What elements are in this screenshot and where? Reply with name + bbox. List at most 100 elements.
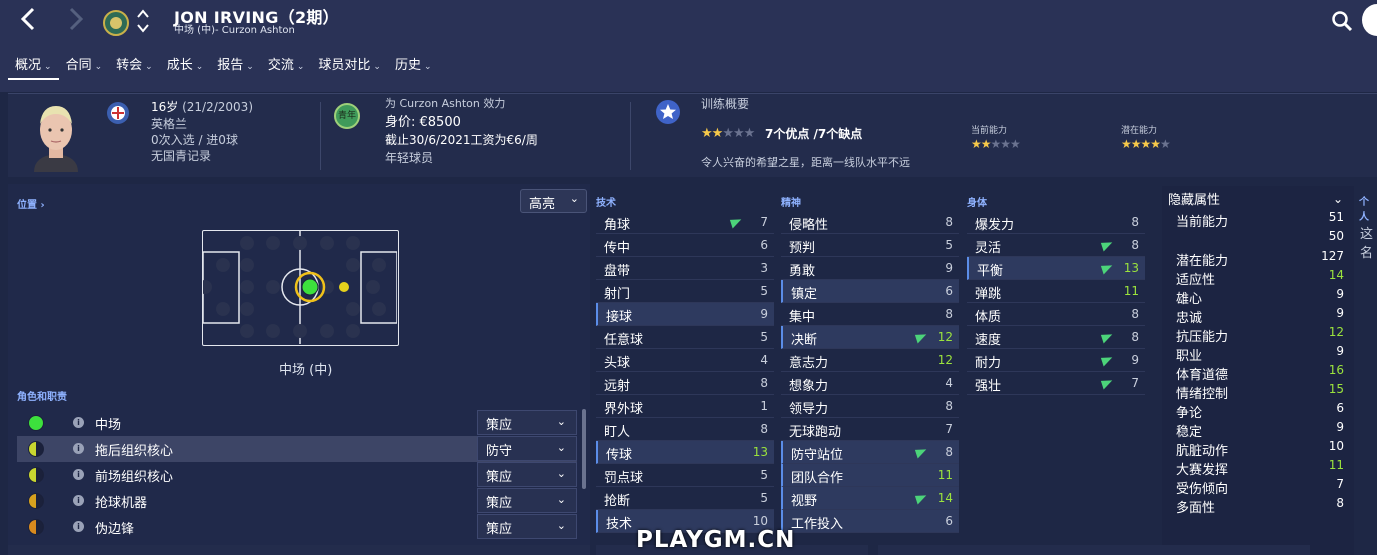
mental-attribute-row[interactable]: 视野 14 (781, 487, 959, 510)
physical-attribute-row[interactable]: 速度 8 (967, 326, 1145, 349)
tab-transfer[interactable]: 转会 ⌄ (109, 56, 160, 80)
duty-label: 策应 (486, 470, 513, 485)
personal-tab[interactable]: 个人 (1359, 193, 1377, 223)
mental-attribute-row[interactable]: 领导力 8 (781, 395, 959, 418)
tab-reports[interactable]: 报告 ⌄ (210, 56, 261, 80)
technical-attribute-row[interactable]: 任意球 5 (596, 326, 774, 349)
technical-attribute-row[interactable]: 角球 7 (596, 211, 774, 234)
bottom-panel (8, 545, 590, 555)
physical-attribute-row[interactable]: 体质 8 (967, 303, 1145, 326)
chevron-down-icon: ⌄ (44, 62, 52, 72)
attribute-name: 体质 (975, 310, 1002, 325)
forward-chevron-icon[interactable] (66, 6, 86, 39)
technical-attribute-row[interactable]: 射门 5 (596, 280, 774, 303)
hidden-attribute-row: 稳定 9 (1168, 419, 1348, 440)
mental-attribute-row[interactable]: 无球跑动 7 (781, 418, 959, 441)
technical-attribute-row[interactable]: 抢断 5 (596, 487, 774, 510)
top-bar: JON IRVING（2期） 中场 (中)- Curzon Ashton 概况 ⌄… (0, 0, 1377, 92)
duty-dropdown[interactable]: 策应 ⌄ (477, 410, 577, 435)
duty-dropdown[interactable]: 策应 ⌄ (477, 462, 577, 487)
player-switch-icon[interactable] (135, 6, 151, 36)
duty-dropdown[interactable]: 策应 ⌄ (477, 488, 577, 513)
role-row[interactable]: i 抢球机器 策应 ⌄ (17, 488, 577, 514)
technical-title: 技术 (596, 198, 616, 209)
duty-dropdown[interactable]: 策应 ⌄ (477, 514, 577, 539)
technical-attribute-row[interactable]: 接球 9 (596, 303, 774, 326)
physical-attribute-row[interactable]: 耐力 9 (967, 349, 1145, 372)
attribute-name: 决断 (791, 333, 818, 348)
physical-attribute-row[interactable]: 灵活 8 (967, 234, 1145, 257)
technical-attribute-row[interactable]: 传球 13 (596, 441, 774, 464)
tab-interaction[interactable]: 交流 ⌄ (261, 56, 312, 80)
physical-attribute-row[interactable]: 爆发力 8 (967, 211, 1145, 234)
info-icon[interactable]: i (73, 495, 84, 506)
tab-development[interactable]: 成长 ⌄ (160, 56, 211, 80)
duty-dropdown[interactable]: 防守 ⌄ (477, 436, 577, 461)
tab-overview[interactable]: 概况 ⌄ (8, 56, 59, 80)
back-chevron-icon[interactable] (18, 6, 38, 39)
attribute-value: 6 (945, 514, 953, 528)
personal-text: 这名 (1360, 227, 1374, 261)
mental-attribute-row[interactable]: 集中 8 (781, 303, 959, 326)
attribute-value: 11 (937, 468, 953, 482)
role-name: 拖后组织核心 (95, 444, 174, 459)
info-icon[interactable]: i (73, 443, 84, 454)
attribute-name: 接球 (606, 310, 633, 325)
attribute-value: 8 (1131, 215, 1139, 229)
attribute-value: 6 (760, 238, 768, 252)
attribute-value: 8 (760, 422, 768, 436)
attribute-name: 速度 (975, 333, 1002, 348)
user-avatar[interactable] (1362, 4, 1377, 36)
hidden-attribute-value: 9 (1336, 287, 1344, 301)
role-row[interactable]: i 中场 策应 ⌄ (17, 410, 577, 436)
technical-attribute-row[interactable]: 盘带 3 (596, 257, 774, 280)
hidden-attribute-value: 51 (1328, 210, 1344, 224)
mental-attribute-row[interactable]: 团队合作 11 (781, 464, 959, 487)
attribute-arrow-icon (914, 446, 929, 459)
training-stars: ★★★★★ (701, 126, 755, 141)
attribute-value: 5 (945, 238, 953, 252)
attribute-name: 爆发力 (975, 218, 1015, 233)
position-link[interactable]: 位置 › (17, 196, 45, 211)
attribute-name: 团队合作 (791, 471, 844, 486)
info-icon[interactable]: i (73, 521, 84, 532)
physical-attribute-row[interactable]: 平衡 13 (967, 257, 1145, 280)
technical-attribute-row[interactable]: 罚点球 5 (596, 464, 774, 487)
mental-attribute-row[interactable]: 想象力 4 (781, 372, 959, 395)
mental-attribute-row[interactable]: 决断 12 (781, 326, 959, 349)
search-icon[interactable] (1331, 10, 1353, 36)
mental-attribute-row[interactable]: 防守站位 8 (781, 441, 959, 464)
info-icon[interactable]: i (73, 469, 84, 480)
role-row[interactable]: i 伪边锋 策应 ⌄ (17, 514, 577, 540)
mental-attribute-row[interactable]: 镇定 6 (781, 280, 959, 303)
attribute-value: 4 (945, 376, 953, 390)
mental-attribute-row[interactable]: 侵略性 8 (781, 211, 959, 234)
tab-compare[interactable]: 球员对比 ⌄ (311, 56, 388, 80)
technical-attribute-row[interactable]: 盯人 8 (596, 418, 774, 441)
technical-attribute-row[interactable]: 远射 8 (596, 372, 774, 395)
divider (630, 102, 631, 170)
mental-attribute-row[interactable]: 工作投入 6 (781, 510, 959, 533)
tab-label: 交流 (267, 58, 294, 73)
technical-attribute-row[interactable]: 头球 4 (596, 349, 774, 372)
attribute-value: 5 (760, 330, 768, 344)
role-row[interactable]: i 前场组织核心 策应 ⌄ (17, 462, 577, 488)
tab-contract[interactable]: 合同 ⌄ (59, 56, 110, 80)
technical-attribute-row[interactable]: 传中 6 (596, 234, 774, 257)
role-row[interactable]: i 拖后组织核心 防守 ⌄ (17, 436, 577, 462)
chevron-down-icon[interactable]: ⌄ (1333, 192, 1343, 206)
physical-attribute-row[interactable]: 强壮 7 (967, 372, 1145, 395)
tab-history[interactable]: 历史 ⌄ (388, 56, 439, 80)
physical-attribute-row[interactable]: 弹跳 11 (967, 280, 1145, 303)
hidden-attribute-row: 争论 6 (1168, 400, 1348, 421)
club-crest-icon (103, 9, 129, 37)
roles-scrollbar[interactable] (582, 409, 586, 489)
attribute-arrow-icon (1100, 331, 1115, 344)
attribute-name: 侵略性 (789, 218, 829, 233)
mental-attribute-row[interactable]: 勇敢 9 (781, 257, 959, 280)
info-icon[interactable]: i (73, 417, 84, 428)
technical-attribute-row[interactable]: 界外球 1 (596, 395, 774, 418)
mental-attribute-row[interactable]: 意志力 12 (781, 349, 959, 372)
highlight-dropdown[interactable]: 高亮 ⌄ (520, 189, 587, 213)
mental-attribute-row[interactable]: 预判 5 (781, 234, 959, 257)
